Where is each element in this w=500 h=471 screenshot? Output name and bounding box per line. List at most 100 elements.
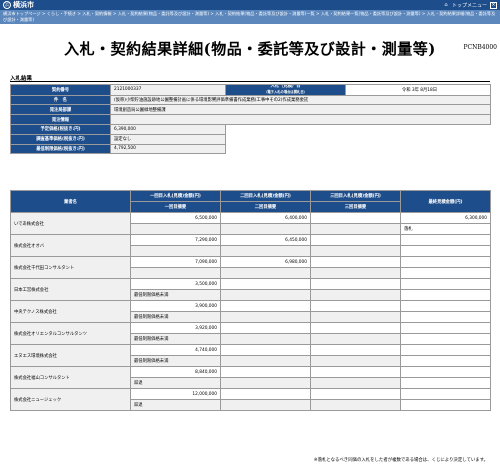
final-amount	[400, 300, 491, 312]
spacer	[346, 124, 491, 134]
dept-label: 発注局部課	[10, 104, 111, 116]
round2-note	[220, 223, 311, 235]
company-name: 中央テクノス株式会社	[10, 300, 131, 323]
round1-amount: 4,740,000	[130, 344, 221, 356]
round3-amount	[310, 234, 401, 246]
final-note	[400, 267, 491, 279]
round2-note	[220, 399, 311, 411]
bid-row: 株式会社オオバ 7,290,000 6,450,000	[10, 234, 491, 257]
company-name: 株式会社福山コンサルタント	[10, 366, 131, 389]
final-note	[400, 333, 491, 345]
section-divider	[10, 81, 490, 82]
round3-amount	[310, 366, 401, 378]
round3-header: 三回目入札(見積)金額(円)	[310, 190, 401, 202]
final-amount	[400, 388, 491, 400]
round2-amount	[220, 366, 311, 378]
round1-note: 最低制限価格未満	[130, 333, 221, 345]
city-emblem-icon: 浜	[3, 1, 11, 9]
round2-header: 二回目入札(見積)金額(円)	[220, 190, 311, 202]
site-header: 浜 横浜市 ⌂ トップメニュー ×	[0, 0, 500, 10]
final-amount	[400, 234, 491, 246]
round3-note	[310, 399, 401, 411]
round3-note	[310, 355, 401, 367]
contract-no-label: 契約番号	[10, 84, 111, 96]
round1-note	[130, 267, 221, 279]
bid-results-table: 業者名 一回目入札(見積)金額(円) 二回目入札(見積)金額(円) 三回目入札(…	[10, 190, 491, 411]
final-note: 落札	[400, 223, 491, 235]
round2-amount	[220, 278, 311, 290]
round1-amount: 7,090,000	[130, 256, 221, 268]
round1-note: 辞退	[130, 377, 221, 389]
round2-note	[220, 377, 311, 389]
page-title: 入札・契約結果詳細(物品・委託等及び設計・測量等)	[64, 40, 436, 58]
round3-note	[310, 267, 401, 279]
round3-amount	[310, 212, 401, 224]
close-icon[interactable]: ×	[490, 1, 497, 9]
round1-amount: 6,500,000	[130, 212, 221, 224]
company-name: いであ株式会社	[10, 212, 131, 235]
round3-note	[310, 289, 401, 301]
final-note	[400, 399, 491, 411]
bid-row: 日本工営株式会社 3,500,000	[10, 278, 491, 301]
site-logo[interactable]: 浜 横浜市	[3, 1, 34, 9]
round2-note	[220, 267, 311, 279]
round3-amount	[310, 256, 401, 268]
survey-label: 調査基準価格(税抜き:円)	[10, 133, 111, 145]
final-header: 最終見積金額(円)	[400, 190, 491, 213]
company-name: 日本工営株式会社	[10, 278, 131, 301]
round3-note-header: 三回目摘要	[310, 201, 401, 213]
home-icon[interactable]: ⌂	[443, 2, 449, 8]
round3-note	[310, 333, 401, 345]
final-note	[400, 355, 491, 367]
spacer	[226, 124, 346, 134]
final-note	[400, 311, 491, 323]
company-header: 業者名	[10, 190, 131, 213]
final-amount	[400, 256, 491, 268]
bid-row: いであ株式会社 6,500,000 6,400,000 6,300,000	[10, 212, 491, 235]
notes-label: 発注情報	[10, 114, 111, 125]
page-id: PCNB4000	[463, 44, 497, 51]
final-amount	[400, 344, 491, 356]
company-name: 株式会社千代田コンサルタント	[10, 256, 131, 279]
dept-value: 環境創造局公園緑地整備課	[110, 104, 491, 116]
round3-note	[310, 377, 401, 389]
top-menu-link[interactable]: トップメニュー	[452, 2, 487, 9]
breadcrumb-bar: 横浜市トップページ > くらし・手続き > 入札・契約情報 > 入札・契約結果(…	[0, 10, 500, 24]
round1-amount: 8,840,000	[130, 366, 221, 378]
breadcrumb[interactable]: 横浜市トップページ > くらし・手続き > 入札・契約情報 > 入札・契約結果(…	[3, 11, 497, 23]
item-value: (仮称)小柴貯油施設跡地公園整備計画に係る環境影響評価準備書作成業務(工事中その…	[110, 94, 491, 106]
min-value: 4,792,500	[110, 143, 226, 155]
final-note	[400, 289, 491, 301]
bid-row: エヌエス環境株式会社 4,740,000	[10, 344, 491, 367]
spacer	[346, 144, 491, 154]
round1-note: 辞退	[130, 399, 221, 411]
round1-note: 最低制限価格未満	[130, 311, 221, 323]
site-name: 横浜市	[13, 1, 34, 9]
round2-amount: 6,400,000	[220, 212, 311, 224]
round2-amount	[220, 322, 311, 334]
round3-amount	[310, 300, 401, 312]
round2-amount	[220, 300, 311, 312]
round1-amount: 7,290,000	[130, 234, 221, 246]
final-amount	[400, 322, 491, 334]
round1-note	[130, 223, 221, 235]
round2-note	[220, 355, 311, 367]
round1-header: 一回目入札(見積)金額(円)	[130, 190, 221, 202]
round3-amount	[310, 388, 401, 400]
round2-amount: 6,980,000	[220, 256, 311, 268]
item-label: 件 名	[10, 94, 111, 106]
round1-amount: 12,000,000	[130, 388, 221, 400]
bid-date-label: 入札（見積）日 （電子入札の場合は開札日）	[225, 84, 346, 96]
round3-note	[310, 311, 401, 323]
spacer	[226, 134, 346, 144]
bid-row: 株式会社福山コンサルタント 8,840,000	[10, 366, 491, 389]
notes-value	[110, 114, 491, 125]
estimate-value: 6,390,000	[110, 123, 226, 135]
company-name: 株式会社ニュージェック	[10, 388, 131, 411]
survey-value: 設定なし	[110, 133, 226, 145]
estimate-label: 予定価格(税抜き:円)	[10, 123, 111, 135]
bid-row: 株式会社ニュージェック 12,000,000	[10, 388, 491, 411]
final-amount: 6,300,000	[400, 212, 491, 224]
round1-note: 最低制限価格未満	[130, 355, 221, 367]
round2-note	[220, 289, 311, 301]
